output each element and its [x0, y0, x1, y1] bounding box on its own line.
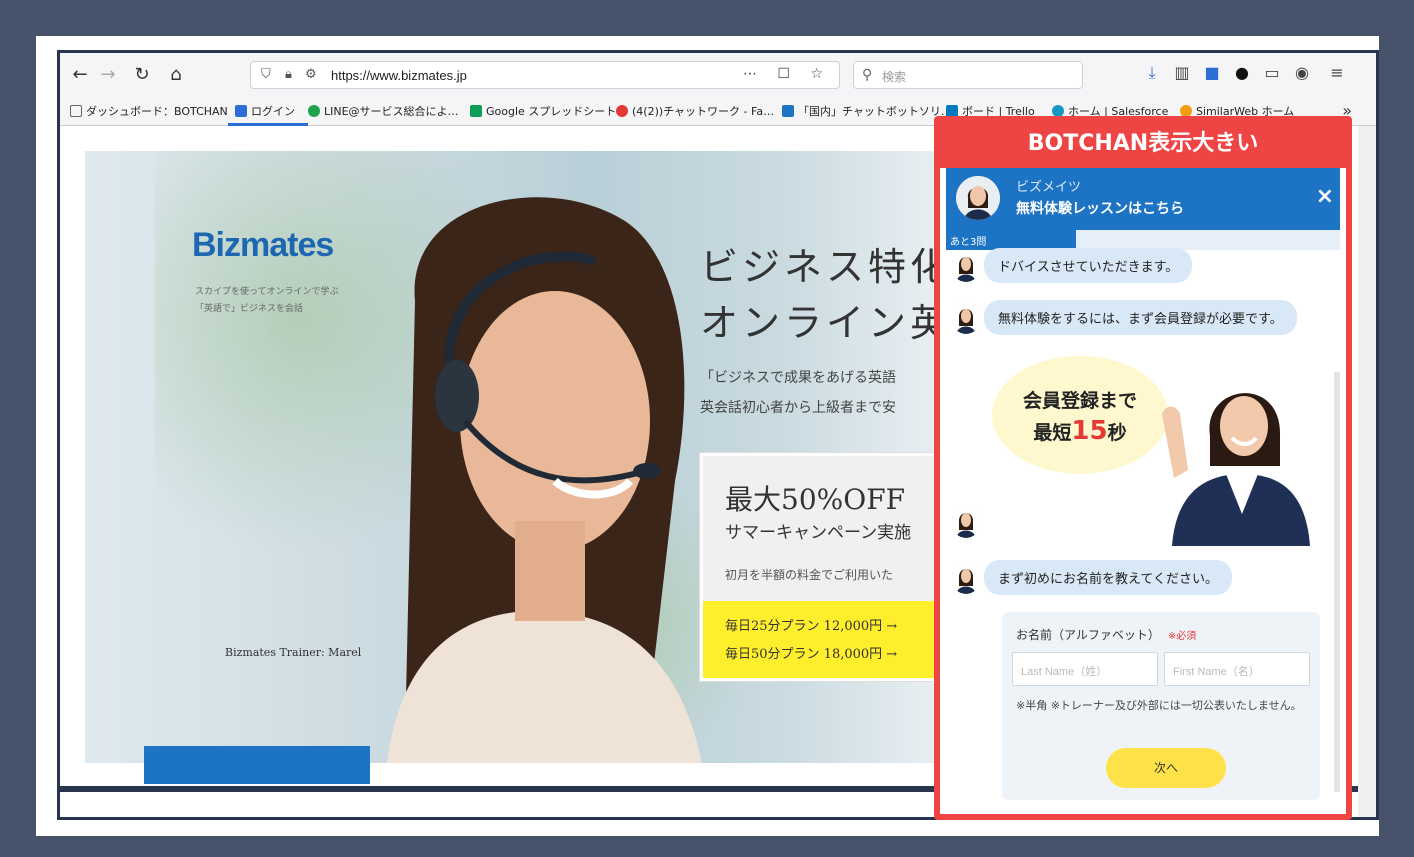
promo-image: 会員登録まで 最短15秒 — [982, 356, 1322, 546]
address-bar[interactable]: ⛉ 🔒︎ ⚙ https://www.bizmates.jp ⋯ ☐ ☆ — [250, 61, 840, 89]
url-text: https://www.bizmates.jp — [331, 68, 467, 83]
offer-subtitle: サマーキャンペーン実施 — [725, 523, 912, 543]
offer-note: 初月を半額の料金でご利用いた — [725, 568, 894, 582]
promo-woman — [1162, 393, 1310, 546]
search-icon: ⚲ — [862, 67, 873, 83]
chat-headline: 無料体験レッスンはこちら — [1016, 201, 1184, 217]
record-icon[interactable]: ● — [1230, 63, 1254, 82]
bot-avatar — [952, 562, 980, 594]
plan-25-link[interactable]: 毎日25分プラン 12,000円 → — [725, 615, 897, 634]
promo-text: 会員登録まで 最短15秒 — [1022, 390, 1137, 446]
progress-bar: あと3問 — [946, 230, 1340, 250]
chatbot-widget: BOTCHAN表示大きい ビズメイツ 無料体験レッスンはこちら × あと3問 ド… — [934, 116, 1352, 820]
bookmark-icon — [308, 105, 320, 117]
bot-avatar — [952, 506, 980, 538]
name-form: お名前（アルファベット） ※必須 Last Name（姓） First Name（… — [1002, 612, 1320, 800]
next-button[interactable]: 次へ — [1106, 748, 1226, 788]
message-bubble: まず初めにお名前を教えてください。 — [984, 560, 1232, 595]
page-scrollbar[interactable] — [1358, 126, 1376, 817]
hero-subtitle: 「ビジネスで成果をあげる英語 英会話初心者から上級者まで安 — [700, 370, 896, 416]
search-bar[interactable]: ⚲ 検索 — [853, 61, 1083, 89]
download-icon[interactable]: ⤓ — [1140, 63, 1164, 83]
bot-avatar — [952, 250, 980, 282]
operator-avatar — [956, 176, 1000, 220]
chat-header: ビズメイツ 無料体験レッスンはこちら × — [946, 168, 1340, 230]
bookmark-icon — [235, 105, 247, 117]
home-icon[interactable]: ⌂ — [164, 63, 188, 87]
bookmark-item[interactable]: 「国内」チャットボットソリ… — [782, 103, 952, 119]
chat-scrollbar[interactable] — [1334, 372, 1340, 792]
cta-bar[interactable] — [144, 746, 370, 784]
account-icon[interactable]: ◉ — [1290, 63, 1314, 82]
bookmark-item[interactable]: LINE@サービス総合によ… — [308, 103, 459, 119]
menu-icon[interactable]: ≡ — [1325, 63, 1349, 82]
sheets-icon — [470, 105, 482, 117]
bookmark-item[interactable]: ログイン — [235, 103, 295, 119]
chat-message: まず初めにお名前を教えてください。 — [946, 558, 1346, 598]
library-icon[interactable]: ▥ — [1170, 63, 1194, 82]
bookmark-icon — [70, 105, 82, 117]
shield-icon: ⛉ — [261, 67, 271, 82]
name-label: お名前（アルファベット） ※必須 — [1016, 628, 1197, 642]
back-icon[interactable]: ← — [68, 63, 92, 87]
forward-icon[interactable]: → — [96, 63, 120, 87]
bookmark-item[interactable]: ダッシュボード：BOTCHAN — [70, 103, 228, 119]
offer-title: 最大50%OFF — [725, 483, 906, 516]
sidebar-icon[interactable]: ▭ — [1260, 63, 1284, 82]
bookmark-icon — [616, 105, 628, 117]
bizmates-logo[interactable]: Bizmates — [192, 226, 334, 265]
reload-icon[interactable]: ↻ — [130, 63, 154, 87]
navigation-toolbar: ← → ↻ ⌂ ⛉ 🔒︎ ⚙ https://www.bizmates.jp ⋯… — [60, 53, 1376, 98]
operator-name: ビズメイツ — [1016, 180, 1082, 195]
search-placeholder: 検索 — [882, 70, 907, 84]
bookmark-item[interactable]: Google スプレッドシート — [470, 103, 616, 119]
form-note: ※半角 ※トレーナー及び外部には一切公表いたしません。 — [1016, 699, 1302, 712]
message-bubble: ドバイスさせていただきます。 — [984, 248, 1193, 283]
extension-icon[interactable]: ■ — [1200, 63, 1224, 82]
hero-title: ビジネス特化 オンライン英 — [700, 245, 953, 345]
trainer-caption: Bizmates Trainer: Marel — [225, 646, 362, 659]
chat-message: 無料体験をするには、まず会員登録が必要です。 — [946, 298, 1346, 338]
message-bubble: 無料体験をするには、まず会員登録が必要です。 — [984, 300, 1297, 335]
last-name-input[interactable]: Last Name（姓） — [1012, 652, 1158, 686]
bot-avatar — [952, 302, 980, 334]
chat-message: ドバイスさせていただきます。 — [946, 248, 1346, 286]
progress-label: あと3問 — [950, 237, 987, 248]
close-icon[interactable]: × — [1316, 184, 1334, 209]
permissions-icon: ⚙ — [305, 67, 317, 82]
lock-icon: 🔒︎ — [285, 67, 292, 82]
page-actions-icon[interactable]: ⋯ ☐ ☆ — [743, 66, 831, 82]
logo-tagline: スカイプを使ってオンラインで学ぶ 「英語で」ビジネスを会話 — [195, 287, 339, 314]
bookmark-icon — [782, 105, 794, 117]
trainer-photo — [386, 197, 702, 763]
plan-50-link[interactable]: 毎日50分プラン 18,000円 → — [725, 643, 897, 662]
widget-banner: BOTCHAN表示大きい — [940, 122, 1346, 168]
first-name-input[interactable]: First Name（名） — [1164, 652, 1310, 686]
bookmark-item[interactable]: (4(2))チャットワーク - Fa… — [616, 103, 774, 119]
